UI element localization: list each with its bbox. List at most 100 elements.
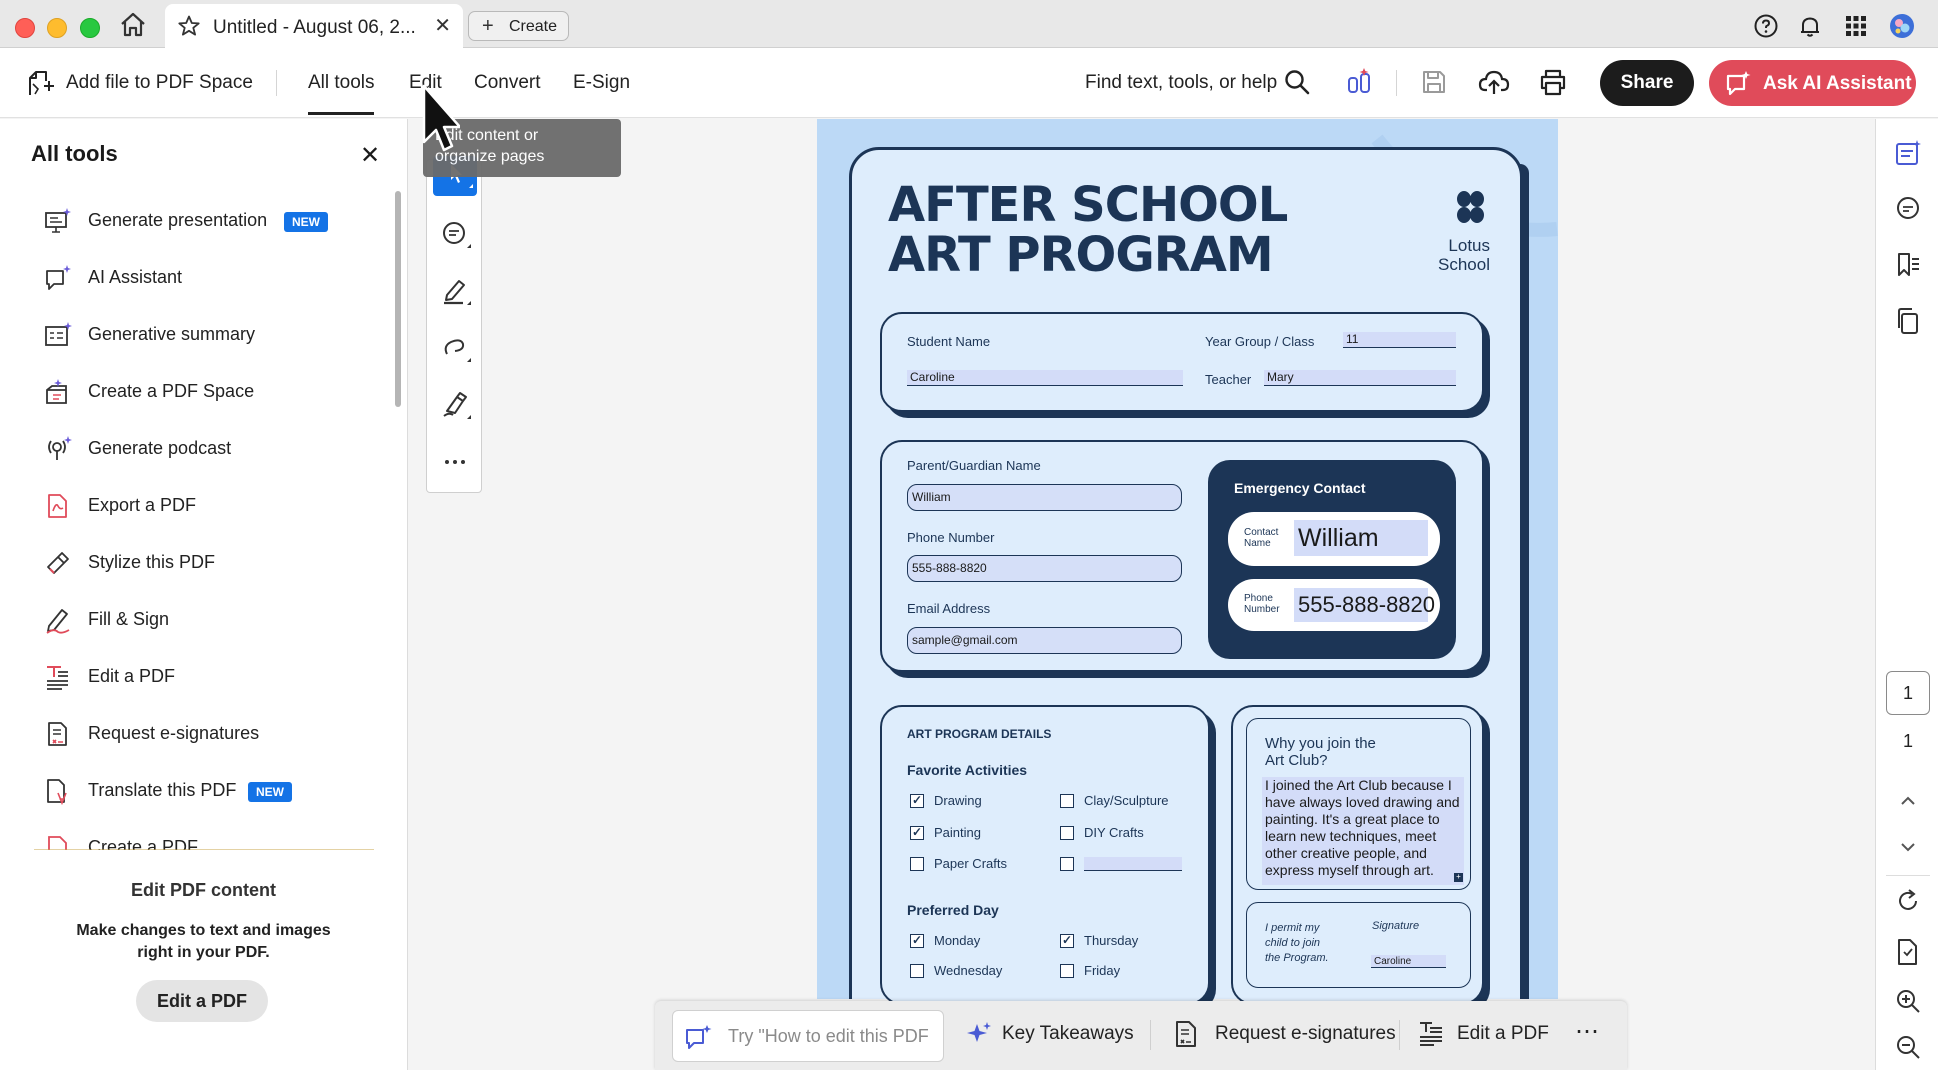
comments-panel-icon[interactable] bbox=[1894, 195, 1922, 223]
star-icon[interactable] bbox=[177, 14, 201, 38]
tool-edit-pdf[interactable]: Edit a PDF bbox=[44, 657, 374, 697]
paper-crafts-checkbox[interactable] bbox=[910, 857, 924, 871]
notifications-bell-icon[interactable] bbox=[1797, 13, 1823, 39]
painting-checkbox[interactable]: ✓ bbox=[910, 826, 924, 840]
sign-tool-button[interactable] bbox=[433, 383, 477, 427]
request-esignatures-button[interactable]: Request e-signatures bbox=[1215, 1023, 1396, 1045]
translate-icon bbox=[47, 779, 67, 805]
user-avatar[interactable] bbox=[1889, 13, 1915, 39]
close-window-button[interactable] bbox=[15, 18, 35, 38]
why-join-textarea[interactable]: I joined the Art Club because I have alw… bbox=[1262, 777, 1464, 885]
more-tools-button[interactable] bbox=[433, 440, 477, 484]
contact-name-field[interactable]: William bbox=[1294, 520, 1428, 556]
tool-generate-podcast[interactable]: Generate podcast bbox=[44, 429, 374, 469]
apps-grid-icon[interactable] bbox=[1843, 13, 1869, 39]
tool-ai-assistant[interactable]: AI Assistant bbox=[44, 258, 374, 298]
draw-tool-button[interactable] bbox=[433, 326, 477, 370]
contact-phone-field[interactable]: 555-888-8820 bbox=[1294, 588, 1435, 622]
help-icon[interactable] bbox=[1753, 13, 1779, 39]
tool-fill-sign[interactable]: Fill & Sign bbox=[44, 600, 374, 640]
tool-stylize-pdf[interactable]: Stylize this PDF bbox=[44, 543, 374, 583]
monday-checkbox[interactable]: ✓ bbox=[910, 934, 924, 948]
comment-icon bbox=[443, 222, 471, 248]
close-tab-icon[interactable]: ✕ bbox=[434, 16, 451, 36]
document-title: AFTER SCHOOL ART PROGRAM bbox=[888, 180, 1288, 280]
ask-ai-assistant-button[interactable]: Ask AI Assistant bbox=[1709, 60, 1916, 106]
upload-cloud-icon[interactable] bbox=[1478, 66, 1510, 103]
signature-field[interactable]: Caroline bbox=[1371, 955, 1446, 968]
tool-export-pdf[interactable]: Export a PDF bbox=[44, 486, 374, 526]
day-label: Wednesday bbox=[934, 963, 1003, 978]
email-label: Email Address bbox=[907, 601, 991, 616]
ai-prompt-placeholder: Try "How to edit this PDF bbox=[728, 1026, 929, 1046]
minimize-window-button[interactable] bbox=[47, 18, 67, 38]
comment-tool-button[interactable] bbox=[433, 212, 477, 256]
bar-divider bbox=[1399, 1020, 1400, 1050]
contact-phone-label-2: Number bbox=[1244, 604, 1280, 615]
key-takeaways-button[interactable]: Key Takeaways bbox=[1002, 1023, 1134, 1045]
drawing-checkbox[interactable]: ✓ bbox=[910, 794, 924, 808]
maximize-window-button[interactable] bbox=[80, 18, 100, 38]
highlight-tool-button[interactable] bbox=[433, 269, 477, 313]
other-activity-field[interactable] bbox=[1084, 857, 1182, 871]
other-activity-checkbox[interactable] bbox=[1060, 857, 1074, 871]
panel-scrollbar[interactable] bbox=[395, 191, 401, 407]
chevron-down-icon[interactable] bbox=[1894, 833, 1922, 861]
save-icon[interactable] bbox=[1420, 68, 1448, 101]
parent-name-field[interactable]: William bbox=[907, 484, 1182, 511]
contact-phone-label-1: Phone bbox=[1244, 593, 1273, 604]
share-button[interactable]: Share bbox=[1600, 60, 1694, 106]
tab-all-tools[interactable]: All tools bbox=[308, 72, 375, 94]
contact-name-row: Contact Name William bbox=[1228, 512, 1440, 566]
bookmarks-panel-icon[interactable] bbox=[1894, 251, 1922, 279]
ai-prompt-input[interactable]: Try "How to edit this PDF bbox=[672, 1010, 944, 1062]
rotate-icon[interactable] bbox=[1894, 887, 1922, 915]
home-icon[interactable] bbox=[118, 10, 148, 40]
create-tab-button[interactable]: + Create bbox=[468, 11, 569, 41]
year-group-field[interactable]: 11 bbox=[1343, 332, 1456, 348]
activity-label: Clay/Sculpture bbox=[1084, 793, 1169, 808]
contact-name-label-2: Name bbox=[1244, 538, 1271, 549]
tab-title: Untitled - August 06, 2... bbox=[213, 17, 416, 38]
search-icon[interactable] bbox=[1283, 68, 1311, 101]
pages-panel-icon[interactable] bbox=[1894, 307, 1922, 335]
student-name-field[interactable]: Caroline bbox=[907, 370, 1183, 386]
tool-create-pdf-space[interactable]: Create a PDF Space bbox=[44, 372, 374, 412]
edit-pdf-bottom-button[interactable]: Edit a PDF bbox=[1457, 1023, 1549, 1045]
tab-e-sign[interactable]: E-Sign bbox=[573, 72, 630, 94]
thursday-checkbox[interactable]: ✓ bbox=[1060, 934, 1074, 948]
print-icon[interactable] bbox=[1538, 68, 1568, 101]
zoom-out-icon[interactable] bbox=[1894, 1033, 1922, 1061]
wednesday-checkbox[interactable] bbox=[910, 964, 924, 978]
tool-label: Create a PDF Space bbox=[88, 381, 255, 401]
find-text-button[interactable]: Find text, tools, or help bbox=[1085, 72, 1277, 94]
phone-field[interactable]: 555-888-8820 bbox=[907, 555, 1182, 582]
tab-convert[interactable]: Convert bbox=[474, 72, 541, 94]
tool-translate-pdf[interactable]: Translate this PDF NEW bbox=[44, 771, 374, 811]
diy-crafts-checkbox[interactable] bbox=[1060, 826, 1074, 840]
tool-label: Translate this PDF bbox=[88, 780, 237, 800]
tool-generate-presentation[interactable]: Generate presentation NEW bbox=[44, 201, 374, 241]
edit-pdf-button[interactable]: Edit a PDF bbox=[136, 980, 268, 1022]
tool-create-pdf[interactable]: Create a PDF bbox=[44, 828, 374, 850]
current-page-input[interactable]: 1 bbox=[1886, 671, 1930, 715]
page-settings-icon[interactable] bbox=[1894, 937, 1922, 967]
chevron-up-icon[interactable] bbox=[1894, 787, 1922, 815]
clay-checkbox[interactable] bbox=[1060, 794, 1074, 808]
ai-assistant-panel-icon[interactable] bbox=[1894, 139, 1922, 167]
ai-tools-icon[interactable] bbox=[1344, 66, 1376, 103]
close-panel-icon[interactable]: ✕ bbox=[360, 141, 380, 170]
day-label: Monday bbox=[934, 933, 981, 948]
zoom-in-icon[interactable] bbox=[1894, 987, 1922, 1015]
tool-generative-summary[interactable]: Generative summary bbox=[44, 315, 374, 355]
more-options-icon[interactable]: ⋯ bbox=[1575, 1017, 1599, 1046]
teacher-field[interactable]: Mary bbox=[1264, 370, 1456, 386]
friday-checkbox[interactable] bbox=[1060, 964, 1074, 978]
document-tab[interactable]: Untitled - August 06, 2... ✕ bbox=[165, 4, 463, 48]
main-toolbar: Add file to PDF Space All tools Edit Con… bbox=[0, 48, 1938, 118]
text-overflow-icon[interactable]: + bbox=[1454, 873, 1463, 882]
new-badge: NEW bbox=[248, 782, 292, 802]
plus-icon: + bbox=[482, 15, 494, 37]
tool-request-esignatures[interactable]: Request e-signatures bbox=[44, 714, 374, 754]
email-field[interactable]: sample@gmail.com bbox=[907, 627, 1182, 654]
